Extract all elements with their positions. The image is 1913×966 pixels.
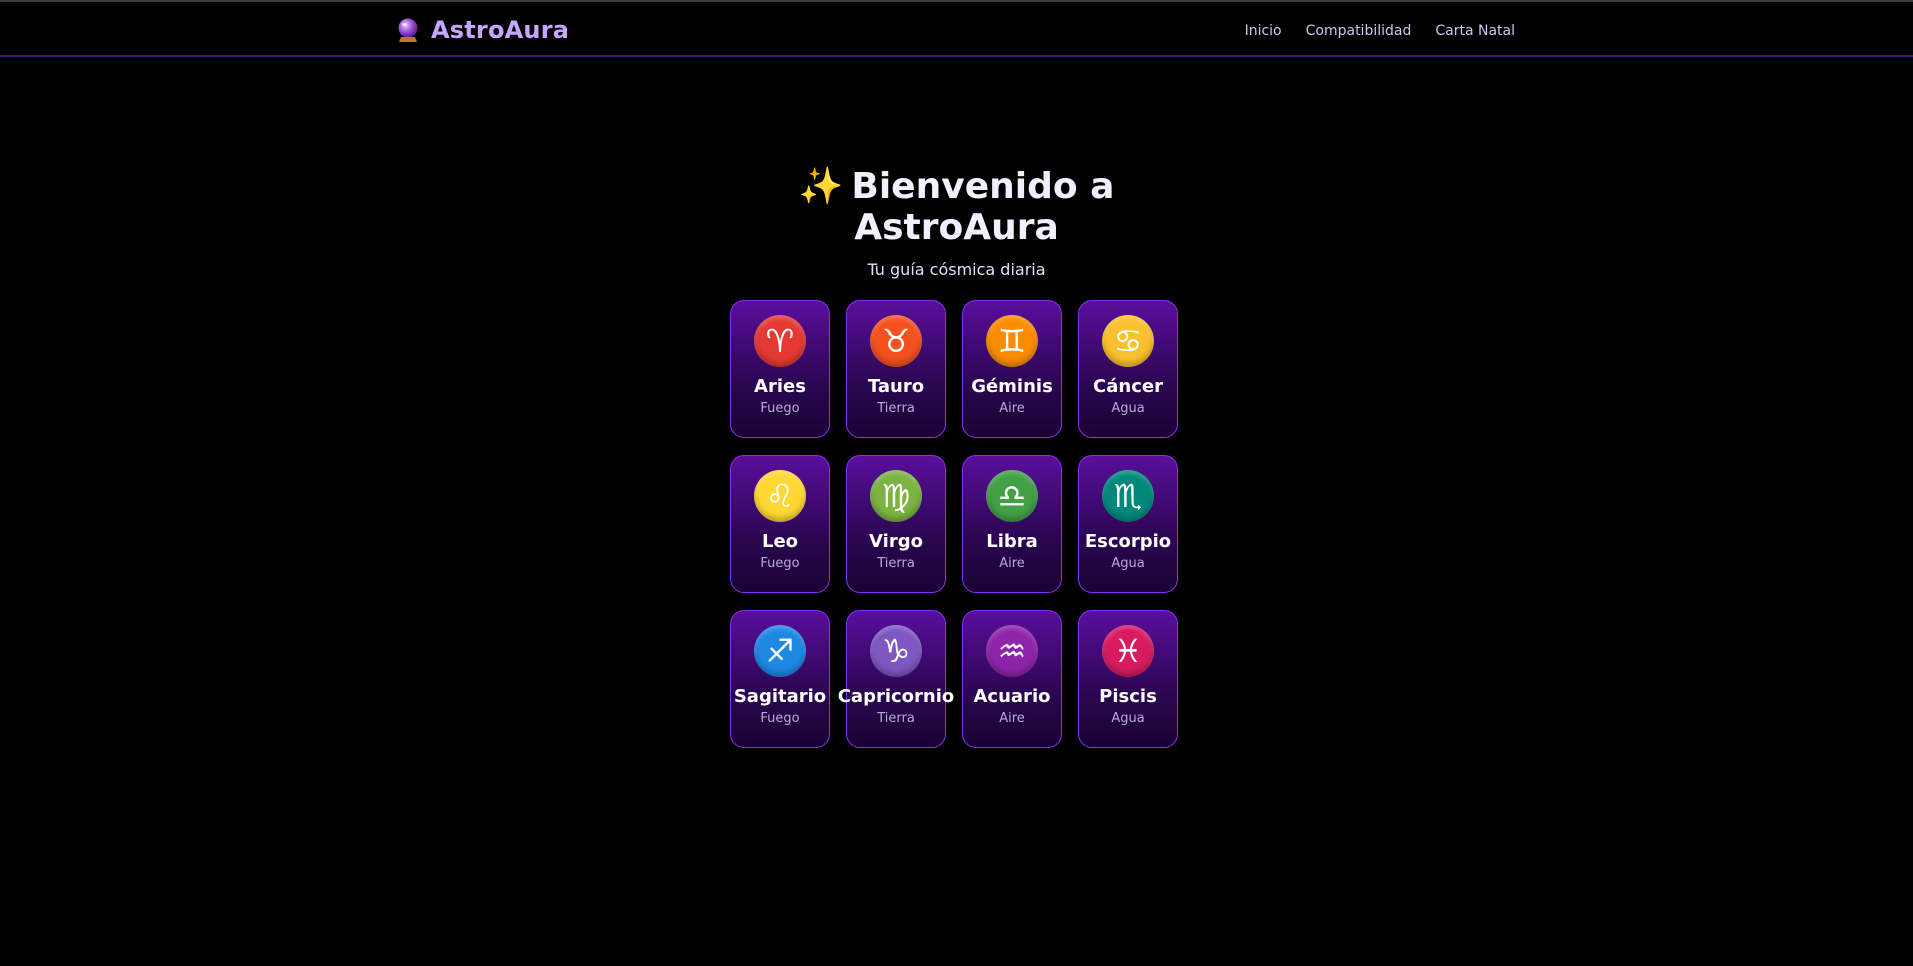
zodiac-name: Cáncer [1093, 376, 1163, 397]
zodiac-card-capricorn[interactable]: ♑ Capricornio Tierra [838, 610, 954, 748]
zodiac-card-cancer[interactable]: ♋ Cáncer Agua [1078, 300, 1178, 438]
zodiac-card-scorpio[interactable]: ♏ Escorpio Agua [1078, 455, 1178, 593]
page-title-text: Bienvenido a AstroAura [851, 166, 1115, 248]
zodiac-grid: ♈ Aries Fuego ♉ Tauro Tierra ♊ Géminis Aire ♋ Cánc… [730, 300, 1178, 748]
zodiac-card-aries[interactable]: ♈ Aries Fuego [730, 300, 830, 438]
aries-icon: ♈ [754, 315, 806, 367]
zodiac-name: Piscis [1099, 686, 1157, 707]
site-header: AstroAura Inicio Compatibilidad Carta Na… [0, 2, 1913, 57]
libra-icon: ♎ [986, 470, 1038, 522]
zodiac-name: Escorpio [1084, 531, 1172, 552]
zodiac-element: Aire [999, 711, 1025, 726]
nav-link-compatibilidad[interactable]: Compatibilidad [1306, 22, 1412, 40]
zodiac-card-sagittarius[interactable]: ♐ Sagitario Fuego [730, 610, 830, 748]
zodiac-card-taurus[interactable]: ♉ Tauro Tierra [846, 300, 946, 438]
hero-section: ✨ Bienvenido a AstroAura Tu guía cósmica … [0, 166, 1913, 279]
zodiac-element: Agua [1111, 711, 1145, 726]
crystal-ball-icon [398, 18, 418, 42]
brand-name: AstroAura [431, 16, 570, 44]
zodiac-glyph: ♊ [997, 322, 1027, 360]
zodiac-glyph: ♌ [765, 477, 795, 515]
capricorn-icon: ♑ [870, 625, 922, 677]
zodiac-glyph: ♍ [881, 477, 911, 515]
zodiac-card-pisces[interactable]: ♓ Piscis Agua [1078, 610, 1178, 748]
zodiac-glyph: ♓ [1113, 632, 1143, 670]
zodiac-name: Géminis [971, 376, 1053, 397]
cancer-icon: ♋ [1102, 315, 1154, 367]
zodiac-element: Tierra [877, 556, 915, 571]
zodiac-element: Aire [999, 401, 1025, 416]
zodiac-name: Aries [754, 376, 806, 397]
zodiac-glyph: ♐ [765, 632, 795, 670]
taurus-icon: ♉ [870, 315, 922, 367]
zodiac-glyph: ♏ [1113, 477, 1143, 515]
nav-link-carta-natal[interactable]: Carta Natal [1435, 22, 1515, 40]
virgo-icon: ♍ [870, 470, 922, 522]
pisces-icon: ♓ [1102, 625, 1154, 677]
zodiac-element: Agua [1111, 556, 1145, 571]
zodiac-element: Fuego [760, 711, 800, 726]
zodiac-element: Agua [1111, 401, 1145, 416]
zodiac-glyph: ♒ [997, 632, 1027, 670]
zodiac-card-libra[interactable]: ♎ Libra Aire [962, 455, 1062, 593]
zodiac-glyph: ♑ [881, 632, 911, 670]
zodiac-card-virgo[interactable]: ♍ Virgo Tierra [846, 455, 946, 593]
zodiac-name: Sagitario [733, 686, 827, 707]
zodiac-name: Virgo [869, 531, 923, 552]
zodiac-element: Tierra [877, 401, 915, 416]
scorpio-icon: ♏ [1102, 470, 1154, 522]
zodiac-glyph: ♉ [881, 322, 911, 360]
zodiac-element: Aire [999, 556, 1025, 571]
aquarius-icon: ♒ [986, 625, 1038, 677]
sagittarius-icon: ♐ [754, 625, 806, 677]
zodiac-element: Tierra [877, 711, 915, 726]
main-nav: Inicio Compatibilidad Carta Natal [1245, 22, 1515, 40]
zodiac-name: Leo [761, 531, 799, 552]
nav-link-inicio[interactable]: Inicio [1245, 22, 1282, 40]
page-subtitle: Tu guía cósmica diaria [867, 260, 1046, 279]
sparkles-icon: ✨ [798, 166, 844, 207]
zodiac-element: Fuego [760, 556, 800, 571]
page-title: ✨ Bienvenido a AstroAura [787, 166, 1127, 248]
zodiac-name: Libra [986, 531, 1038, 552]
zodiac-glyph: ♋ [1113, 322, 1143, 360]
brand-logo-link[interactable]: AstroAura [395, 15, 569, 45]
zodiac-name: Capricornio [837, 686, 955, 707]
zodiac-card-gemini[interactable]: ♊ Géminis Aire [962, 300, 1062, 438]
zodiac-name: Tauro [867, 376, 925, 397]
zodiac-element: Fuego [760, 401, 800, 416]
zodiac-card-aquarius[interactable]: ♒ Acuario Aire [962, 610, 1062, 748]
zodiac-name: Acuario [973, 686, 1051, 707]
zodiac-glyph: ♎ [997, 477, 1027, 515]
leo-icon: ♌ [754, 470, 806, 522]
zodiac-glyph: ♈ [765, 322, 795, 360]
gemini-icon: ♊ [986, 315, 1038, 367]
zodiac-card-leo[interactable]: ♌ Leo Fuego [730, 455, 830, 593]
